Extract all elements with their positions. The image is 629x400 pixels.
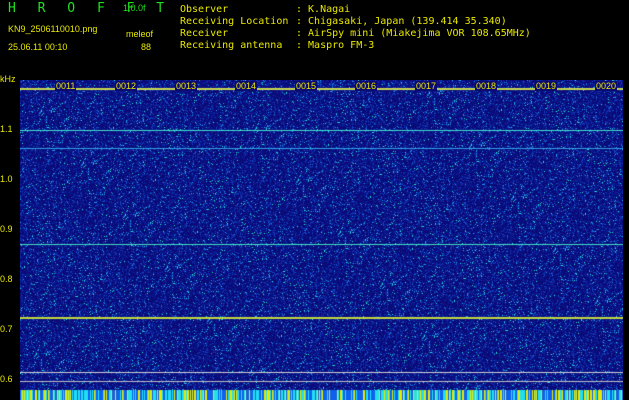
info-value-receiver: : AirSpy mini (Miakejima VOR 108.65MHz) bbox=[296, 28, 531, 39]
info-label-observer: Observer bbox=[180, 4, 229, 15]
y-tick-0-8: 0.8 bbox=[0, 274, 13, 284]
time-tick-0020: 0020 bbox=[595, 81, 618, 91]
time-tick-0019: 0019 bbox=[535, 81, 558, 91]
source-label: meleof bbox=[126, 29, 154, 39]
time-tick-0018: 0018 bbox=[475, 81, 498, 91]
time-tick-0013: 0013 bbox=[175, 81, 198, 91]
info-label-location: Receiving Location bbox=[180, 16, 289, 27]
y-tick-0-6: 0.6 bbox=[0, 374, 13, 384]
y-tick-0-9: 0.9 bbox=[0, 224, 13, 234]
info-label-receiver: Receiver bbox=[180, 28, 229, 39]
info-value-observer: : K.Nagai bbox=[296, 4, 351, 15]
y-tick-0-7: 0.7 bbox=[0, 324, 13, 334]
app-title: H R O F F T bbox=[8, 1, 172, 16]
unit-label: kHz bbox=[0, 74, 16, 84]
time-tick-0017: 0017 bbox=[415, 81, 438, 91]
time-tick-0016: 0016 bbox=[355, 81, 378, 91]
time-tick-0014: 0014 bbox=[235, 81, 258, 91]
info-label-antenna: Receiving antenna bbox=[180, 40, 283, 51]
time-tick-0012: 0012 bbox=[115, 81, 138, 91]
count-label: 88 bbox=[141, 42, 152, 52]
time-tick-0011: 0011 bbox=[55, 81, 77, 91]
y-tick-1-0: 1.0 bbox=[0, 174, 13, 184]
spectrogram-waterfall bbox=[20, 80, 623, 400]
time-tick-0015: 0015 bbox=[295, 81, 318, 91]
y-tick-1-1: 1.1 bbox=[0, 124, 13, 134]
info-value-location: : Chigasaki, Japan (139.414 35.340) bbox=[296, 16, 507, 27]
info-value-antenna: : Maspro FM-3 bbox=[296, 40, 375, 51]
filename-label: KN9_2506110010.png bbox=[8, 24, 98, 34]
datetime-label: 25.06.11 00:10 bbox=[8, 42, 68, 52]
version-label: 1.0.0f bbox=[123, 3, 146, 13]
